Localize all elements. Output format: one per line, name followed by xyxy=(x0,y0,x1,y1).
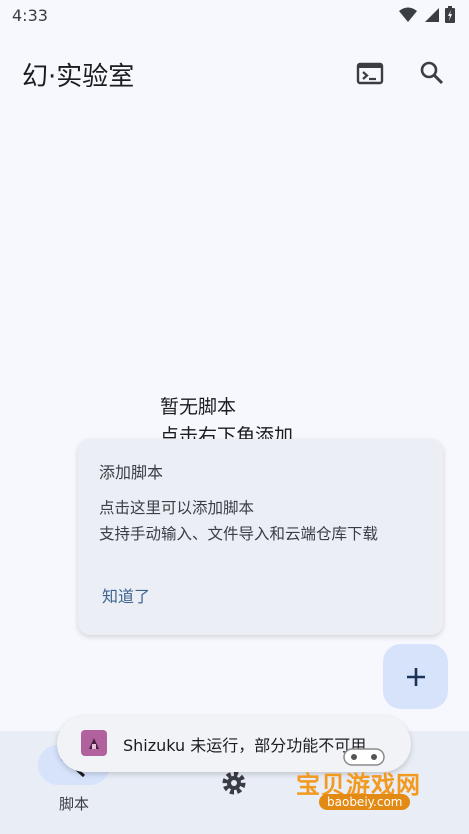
search-icon xyxy=(420,61,444,85)
add-script-button[interactable] xyxy=(383,644,448,709)
page-title: 幻·实验室 xyxy=(22,62,135,92)
nav-label-scripts: 脚本 xyxy=(58,795,89,813)
tip-card: 添加脚本 点击这里可以添加脚本 支持手动输入、文件导入和云端仓库下载 知道了 xyxy=(78,439,443,635)
settings-icon xyxy=(222,771,246,795)
empty-state-hint: 点击右下角添加 xyxy=(160,425,294,440)
signal-icon xyxy=(425,7,439,22)
got-it-button[interactable]: 知道了 xyxy=(102,583,150,607)
tip-card-body-line2: 支持手动输入、文件导入和云端仓库下载 xyxy=(99,525,379,543)
shizuku-app-icon xyxy=(81,730,107,756)
battery-icon xyxy=(445,6,455,23)
empty-state-title: 暂无脚本 xyxy=(160,396,237,418)
status-bar: 4:33 xyxy=(0,0,469,32)
tip-card-body-line1: 点击这里可以添加脚本 xyxy=(99,499,255,517)
tip-card-body: 点击这里可以添加脚本 支持手动输入、文件导入和云端仓库下载 xyxy=(99,495,378,547)
plus-icon xyxy=(406,667,425,686)
watermark-url: baobeiy.com xyxy=(319,794,411,810)
search-button[interactable] xyxy=(412,53,452,93)
status-icons xyxy=(399,6,455,23)
watermark-logo: 宝贝游戏网 baobeiy.com xyxy=(286,748,462,830)
status-time: 4:33 xyxy=(12,6,48,25)
app-bar: 幻·实验室 xyxy=(0,42,469,106)
tip-card-title: 添加脚本 xyxy=(99,463,164,482)
terminal-icon xyxy=(356,62,384,85)
empty-state: 暂无脚本 点击右下角添加 xyxy=(160,393,293,440)
terminal-button[interactable] xyxy=(350,53,390,93)
wifi-icon xyxy=(399,7,417,22)
